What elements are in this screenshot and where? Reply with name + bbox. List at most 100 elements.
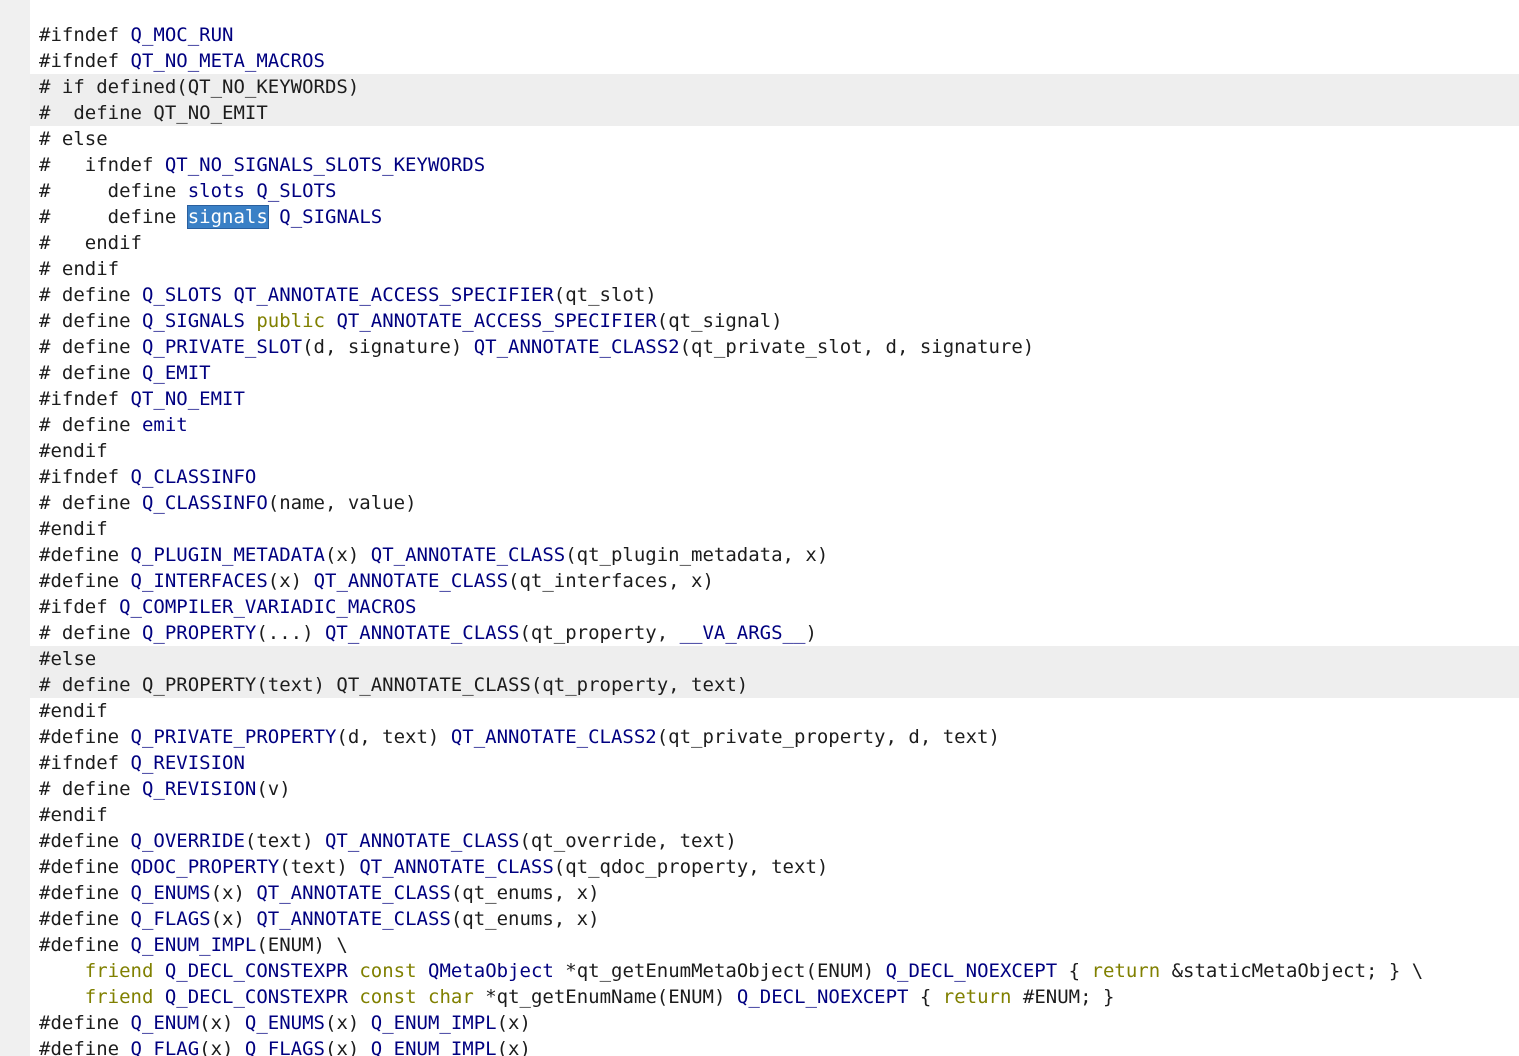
code-line[interactable]: #define QDOC_PROPERTY(text) QT_ANNOTATE_… bbox=[30, 854, 1519, 880]
code-line[interactable]: # ifndef QT_NO_SIGNALS_SLOTS_KEYWORDS bbox=[30, 152, 1519, 178]
macro-token: Q_CLASSINFO bbox=[141, 492, 268, 514]
code-text: (x) bbox=[496, 1038, 531, 1056]
code-text: #define bbox=[39, 856, 131, 878]
editor-gutter[interactable] bbox=[0, 0, 30, 1056]
code-line[interactable]: #ifndef QT_NO_META_MACROS bbox=[30, 48, 1519, 74]
code-text: (qt_enums, x) bbox=[450, 882, 600, 904]
code-line[interactable]: #define Q_ENUM(x) Q_ENUMS(x) Q_ENUM_IMPL… bbox=[30, 1010, 1519, 1036]
code-text: (x) bbox=[325, 1038, 371, 1056]
code-line-highlighted[interactable]: # define Q_PROPERTY(text) QT_ANNOTATE_CL… bbox=[30, 672, 1519, 698]
code-line[interactable]: # define Q_PROPERTY(...) QT_ANNOTATE_CLA… bbox=[30, 620, 1519, 646]
code-line[interactable]: # endif bbox=[30, 230, 1519, 256]
macro-token: Q_SIGNALS bbox=[279, 206, 383, 228]
code-text: # define QT_NO_EMIT bbox=[39, 102, 268, 124]
code-line[interactable]: #define Q_PRIVATE_PROPERTY(d, text) QT_A… bbox=[30, 724, 1519, 750]
code-line[interactable]: #endif bbox=[30, 802, 1519, 828]
code-text: # else bbox=[39, 128, 108, 150]
code-line[interactable]: #define Q_OVERRIDE(text) QT_ANNOTATE_CLA… bbox=[30, 828, 1519, 854]
code-text: # define bbox=[39, 284, 142, 306]
macro-token: QT_ANNOTATE_CLASS bbox=[370, 544, 566, 566]
macro-token: Q_FLAGS bbox=[130, 908, 211, 930]
macro-token: QDOC_PROPERTY bbox=[130, 856, 280, 878]
macro-token: QT_NO_SIGNALS_SLOTS_KEYWORDS bbox=[164, 154, 486, 176]
code-text: ) bbox=[805, 622, 817, 644]
code-area[interactable]: #ifndef Q_MOC_RUN #ifndef QT_NO_META_MACR… bbox=[30, 22, 1519, 1056]
macro-token: Q_OVERRIDE bbox=[130, 830, 245, 852]
code-line[interactable]: # define Q_PRIVATE_SLOT(d, signature) QT… bbox=[30, 334, 1519, 360]
code-editor[interactable]: #ifndef Q_MOC_RUN #ifndef QT_NO_META_MACR… bbox=[0, 0, 1519, 1056]
code-line[interactable]: # else bbox=[30, 126, 1519, 152]
code-line[interactable]: #ifndef Q_REVISION bbox=[30, 750, 1519, 776]
code-line[interactable]: # define Q_REVISION(v) bbox=[30, 776, 1519, 802]
code-text: #endif bbox=[39, 440, 108, 462]
macro-token: slots bbox=[187, 180, 245, 202]
code-line[interactable]: # define signals Q_SIGNALS bbox=[30, 204, 1519, 230]
code-line[interactable]: # define Q_EMIT bbox=[30, 360, 1519, 386]
code-line[interactable]: # endif bbox=[30, 256, 1519, 282]
code-text: #endif bbox=[39, 700, 108, 722]
macro-token: Q_COMPILER_VARIADIC_MACROS bbox=[119, 596, 417, 618]
code-text: #endif bbox=[39, 518, 108, 540]
code-text: (qt_override, text) bbox=[519, 830, 737, 852]
code-text: (name, value) bbox=[267, 492, 417, 514]
code-line[interactable]: friend Q_DECL_CONSTEXPR const QMetaObjec… bbox=[30, 958, 1519, 984]
code-text: (text) bbox=[244, 830, 325, 852]
code-line[interactable]: # define slots Q_SLOTS bbox=[30, 178, 1519, 204]
code-text: #ifdef bbox=[39, 596, 120, 618]
code-line[interactable]: #ifndef Q_MOC_RUN bbox=[30, 22, 1519, 48]
macro-token: QT_ANNOTATE_ACCESS_SPECIFIER bbox=[233, 284, 554, 306]
code-line[interactable]: # define Q_SIGNALS public QT_ANNOTATE_AC… bbox=[30, 308, 1519, 334]
macro-token: Q_ENUMS bbox=[130, 882, 211, 904]
macro-token: QT_ANNOTATE_CLASS bbox=[313, 570, 509, 592]
code-text: #ifndef bbox=[39, 24, 131, 46]
macro-token: Q_DECL_NOEXCEPT bbox=[885, 960, 1058, 982]
code-text: (...) bbox=[256, 622, 325, 644]
macro-token: Q_REVISION bbox=[130, 752, 245, 774]
macro-token: Q_ENUM_IMPL bbox=[130, 934, 257, 956]
code-line[interactable]: friend Q_DECL_CONSTEXPR const char *qt_g… bbox=[30, 984, 1519, 1010]
macro-token: Q_ENUM_IMPL bbox=[370, 1012, 497, 1034]
code-line-highlighted[interactable]: # if defined(QT_NO_KEYWORDS) bbox=[30, 74, 1519, 100]
code-text: (qt_private_slot, d, signature) bbox=[679, 336, 1035, 358]
code-line-highlighted[interactable]: #else bbox=[30, 646, 1519, 672]
code-line[interactable]: #define Q_INTERFACES(x) QT_ANNOTATE_CLAS… bbox=[30, 568, 1519, 594]
macro-token: Q_EMIT bbox=[141, 362, 211, 384]
code-line[interactable]: #define Q_ENUMS(x) QT_ANNOTATE_CLASS(qt_… bbox=[30, 880, 1519, 906]
macro-token: QT_ANNOTATE_CLASS bbox=[256, 908, 451, 930]
code-line[interactable]: #ifndef Q_CLASSINFO bbox=[30, 464, 1519, 490]
code-text: # endif bbox=[39, 232, 142, 254]
code-line[interactable]: # define Q_CLASSINFO(name, value) bbox=[30, 490, 1519, 516]
code-line[interactable]: #endif bbox=[30, 438, 1519, 464]
code-text: # define bbox=[39, 492, 142, 514]
macro-token: Q_PRIVATE_SLOT bbox=[141, 336, 303, 358]
selected-text[interactable]: signals bbox=[186, 205, 269, 229]
code-text: #else bbox=[39, 648, 97, 670]
code-line[interactable]: #define Q_FLAG(x) Q_FLAGS(x) Q_ENUM_IMPL… bbox=[30, 1036, 1519, 1056]
code-line[interactable]: #define Q_PLUGIN_METADATA(x) QT_ANNOTATE… bbox=[30, 542, 1519, 568]
code-text: (x) bbox=[496, 1012, 531, 1034]
code-line[interactable]: #ifndef QT_NO_EMIT bbox=[30, 386, 1519, 412]
code-text: #endif bbox=[39, 804, 108, 826]
keyword-token: public bbox=[256, 310, 325, 332]
macro-token: Q_SLOTS bbox=[256, 180, 337, 202]
code-text: (d, text) bbox=[336, 726, 451, 748]
code-text: (x) bbox=[210, 882, 257, 904]
macro-token: emit bbox=[141, 414, 188, 436]
code-line[interactable]: # define Q_SLOTS QT_ANNOTATE_ACCESS_SPEC… bbox=[30, 282, 1519, 308]
code-line-highlighted[interactable]: # define QT_NO_EMIT bbox=[30, 100, 1519, 126]
code-line[interactable]: #ifdef Q_COMPILER_VARIADIC_MACROS bbox=[30, 594, 1519, 620]
macro-token: QT_ANNOTATE_ACCESS_SPECIFIER bbox=[336, 310, 657, 332]
code-line[interactable]: #define Q_FLAGS(x) QT_ANNOTATE_CLASS(qt_… bbox=[30, 906, 1519, 932]
macro-token: Q_INTERFACES bbox=[130, 570, 268, 592]
code-line[interactable]: #endif bbox=[30, 516, 1519, 542]
code-text: (qt_signal) bbox=[656, 310, 783, 332]
code-line[interactable]: # define emit bbox=[30, 412, 1519, 438]
code-line[interactable]: #define Q_ENUM_IMPL(ENUM) \ bbox=[30, 932, 1519, 958]
code-text: #ifndef bbox=[39, 752, 131, 774]
code-line[interactable]: #endif bbox=[30, 698, 1519, 724]
